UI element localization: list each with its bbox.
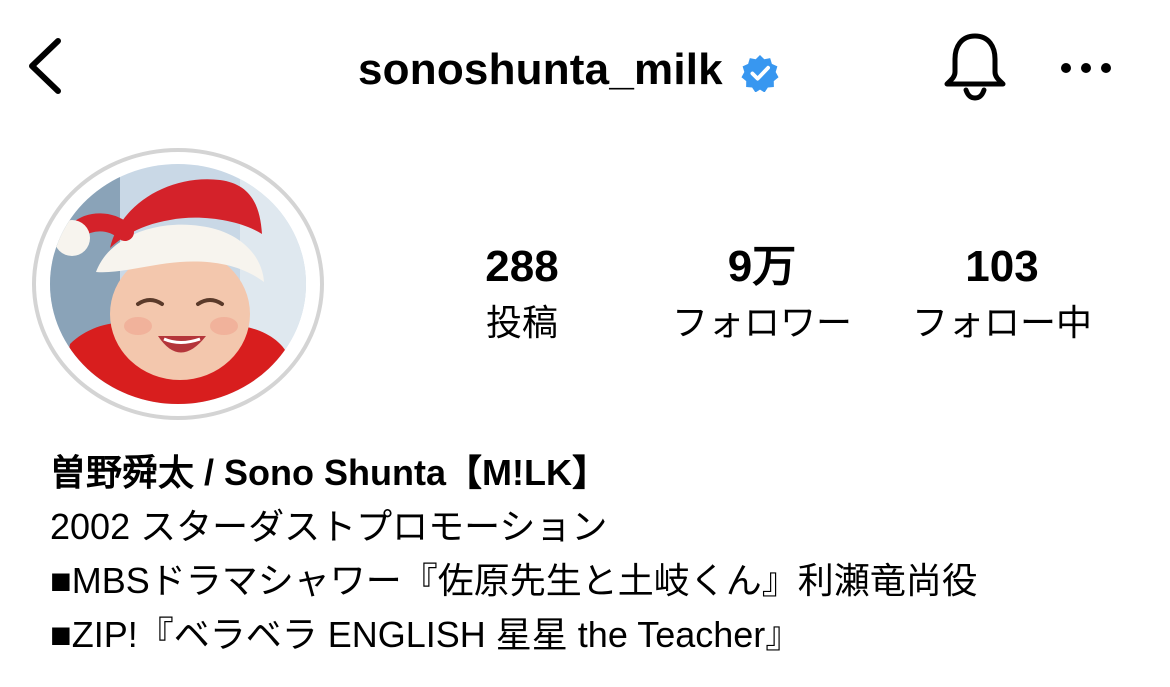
bio-line: ■ZIP!『ベラベラ ENGLISH 星星 the Teacher』 [50, 614, 802, 655]
more-options-button[interactable] [1058, 50, 1114, 86]
posts-count: 288 [485, 242, 559, 291]
profile-photo [50, 164, 306, 404]
stat-following[interactable]: 103 フォロー中 [902, 240, 1102, 346]
top-navigation-bar: sonoshunta_milk [0, 0, 1170, 140]
more-horizontal-icon [1061, 63, 1111, 73]
bio-line: ■MBSドラマシャワー『佐原先生と土岐くん』利瀬竜尚役 [50, 560, 978, 601]
posts-label: 投稿 [485, 302, 558, 343]
stat-followers[interactable]: 9万 フォロワー [662, 240, 862, 346]
chevron-left-icon [29, 38, 61, 94]
stat-posts[interactable]: 288 投稿 [462, 240, 582, 346]
bio-line: 2002 スターダストプロモーション [50, 506, 608, 547]
verified-badge-icon [741, 54, 779, 92]
back-button[interactable] [22, 35, 72, 97]
following-label: フォロー中 [911, 302, 1092, 343]
bell-icon [944, 33, 1006, 101]
followers-count: 9万 [727, 242, 797, 291]
username-title: sonoshunta_milk [358, 45, 723, 94]
followers-label: フォロワー [671, 302, 852, 343]
notifications-button[interactable] [942, 30, 1008, 102]
avatar[interactable] [50, 164, 306, 404]
profile-header-title: sonoshunta_milk [358, 40, 779, 100]
following-count: 103 [965, 242, 1039, 291]
display-name: 曽野舜太 / Sono Shunta【M!LK】 [50, 452, 608, 493]
profile-bio: 曽野舜太 / Sono Shunta【M!LK】 2002 スターダストプロモー… [50, 446, 1150, 662]
